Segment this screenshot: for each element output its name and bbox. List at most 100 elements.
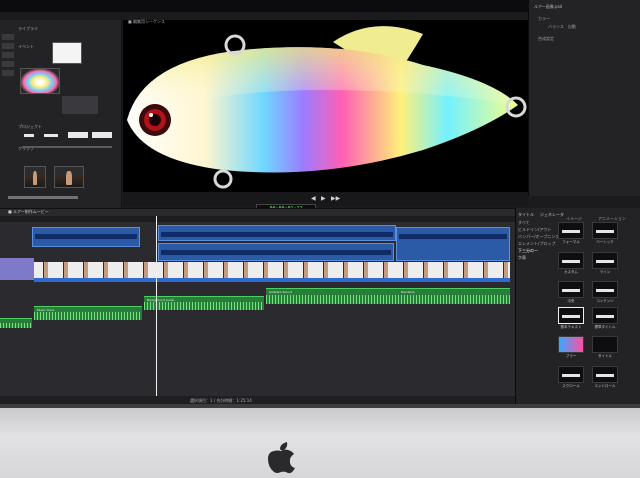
- title-tile[interactable]: [558, 336, 584, 353]
- library-row[interactable]: [2, 43, 14, 49]
- title-tile[interactable]: [592, 252, 618, 269]
- library-row[interactable]: [2, 52, 14, 58]
- title-tile[interactable]: [592, 281, 618, 298]
- play-backward-icon[interactable]: ◀: [311, 195, 316, 202]
- lure-image: [127, 26, 527, 189]
- title-tile-label: ベーシック: [596, 240, 614, 244]
- audio-clip-label: Narration: [401, 290, 416, 294]
- title-tile[interactable]: [558, 281, 584, 298]
- category-item-selected[interactable]: 下三分の一: [518, 248, 538, 254]
- title-tile-bar: [596, 289, 614, 292]
- audio-clip[interactable]: [0, 318, 32, 328]
- viewer-title: ■ 編集用シーケンス: [128, 19, 165, 24]
- title-tile[interactable]: [592, 307, 618, 324]
- title-tile-label: フォーマル: [562, 240, 580, 244]
- apple-logo-icon: [268, 442, 295, 474]
- title-tile[interactable]: [558, 252, 584, 269]
- audio-waveform: [34, 312, 142, 320]
- title-clip-bar: [161, 250, 391, 255]
- title-tile[interactable]: [592, 336, 618, 353]
- audio-clip[interactable]: Ambient Sound: [266, 288, 398, 304]
- title-clip[interactable]: [396, 227, 510, 261]
- filmstrip-frame: [44, 134, 58, 137]
- person-figure: [66, 171, 72, 185]
- inspector-file-name: ルアー画像.psd: [534, 4, 563, 9]
- title-tile-bar: [596, 260, 614, 263]
- category-item[interactable]: エレメント/プロップ: [518, 241, 555, 247]
- playhead[interactable]: [156, 216, 157, 402]
- timeline-header: [0, 208, 515, 216]
- library-row[interactable]: [2, 61, 14, 67]
- title-tile-label: タイトル: [598, 354, 612, 358]
- audio-waveform: [0, 322, 32, 328]
- title-tile-bar: [562, 260, 580, 263]
- library-item-label: イベント: [18, 44, 34, 49]
- audio-clip-label: Music Track: [37, 308, 55, 312]
- clip-thumbnail-person[interactable]: [24, 166, 46, 188]
- timeline-title: ■ ルアー制作ムービー: [8, 209, 49, 214]
- clip-thumbnail[interactable]: [52, 42, 82, 64]
- inspector-section[interactable]: カラー: [538, 16, 550, 22]
- inspector-row[interactable]: 合成設定: [538, 36, 554, 42]
- tab-titles[interactable]: タイトル: [518, 212, 534, 218]
- title-tile-label: 中央: [567, 299, 575, 303]
- category-item[interactable]: 字幕: [518, 255, 526, 261]
- audio-clip-label: Background Audio: [147, 298, 175, 302]
- title-tile-bar: [562, 289, 580, 292]
- title-tile-bar: [562, 315, 580, 318]
- library-row[interactable]: [2, 70, 14, 76]
- audio-waveform: [398, 295, 510, 304]
- title-clip[interactable]: [158, 243, 394, 261]
- library-row[interactable]: [2, 34, 14, 40]
- title-tile-selected[interactable]: [558, 307, 584, 324]
- library-list[interactable]: [2, 34, 16, 94]
- scroll-strip[interactable]: [8, 196, 78, 199]
- viewer[interactable]: [123, 20, 528, 198]
- inspector[interactable]: [528, 0, 640, 196]
- title-tile-bar: [562, 230, 580, 233]
- title-tile-bar: [596, 374, 614, 377]
- inspector-row[interactable]: バランス 自動: [548, 24, 576, 30]
- play-forward-icon[interactable]: ▶▶: [331, 195, 340, 202]
- clip-thumbnail-person[interactable]: [54, 166, 84, 188]
- title-clip[interactable]: [32, 227, 140, 247]
- person-figure: [33, 171, 37, 185]
- monitor-chin: [0, 408, 640, 478]
- title-tile-label: エンドロール: [594, 384, 616, 388]
- play-icon[interactable]: ▶: [321, 195, 326, 202]
- category-item[interactable]: すべて: [518, 220, 530, 226]
- title-clip-bar: [399, 234, 507, 239]
- audio-clip[interactable]: Background Audio: [144, 296, 264, 310]
- title-tile[interactable]: [592, 366, 618, 383]
- category-item[interactable]: ビルドイン/アウト: [518, 227, 551, 233]
- title-tile[interactable]: [592, 222, 618, 239]
- title-tile-label: 基本テキスト: [560, 325, 582, 329]
- title-tile-label: ブラー: [565, 354, 577, 358]
- title-tile-label: コンテンツ: [596, 299, 614, 303]
- connected-clip[interactable]: [0, 258, 34, 280]
- tab-generators[interactable]: ジェネレータ: [540, 212, 564, 218]
- title-tile-bar: [596, 230, 614, 233]
- title-tile-label: カスタム: [564, 270, 578, 274]
- title-clip[interactable]: [158, 225, 396, 241]
- library-item-label: ライブラリ: [18, 26, 38, 31]
- viewer-controls: ◀ ▶ ▶▶: [123, 192, 528, 206]
- title-tile[interactable]: [558, 366, 584, 383]
- title-tile[interactable]: [558, 222, 584, 239]
- title-tile-label: ライン: [599, 270, 611, 274]
- library-item-label: プロジェクト: [18, 124, 42, 129]
- filmstrip-frame: [68, 132, 88, 138]
- title-tile-label: スクロール: [562, 384, 580, 388]
- clip-thumbnail[interactable]: [62, 96, 98, 114]
- audio-clip[interactable]: Music Track: [34, 306, 142, 320]
- title-clip-bar: [35, 234, 137, 239]
- title-tile-label: 標準タイトル: [594, 325, 616, 329]
- divider: [22, 146, 112, 148]
- audio-waveform: [144, 302, 264, 310]
- filmstrip-frame: [92, 132, 112, 138]
- clip-thumbnail-lure[interactable]: [20, 68, 60, 94]
- audio-clip[interactable]: Narration: [398, 288, 510, 304]
- title-tile-bar: [562, 374, 580, 377]
- primary-storyline-bar: [34, 278, 510, 282]
- audio-waveform: [266, 295, 398, 304]
